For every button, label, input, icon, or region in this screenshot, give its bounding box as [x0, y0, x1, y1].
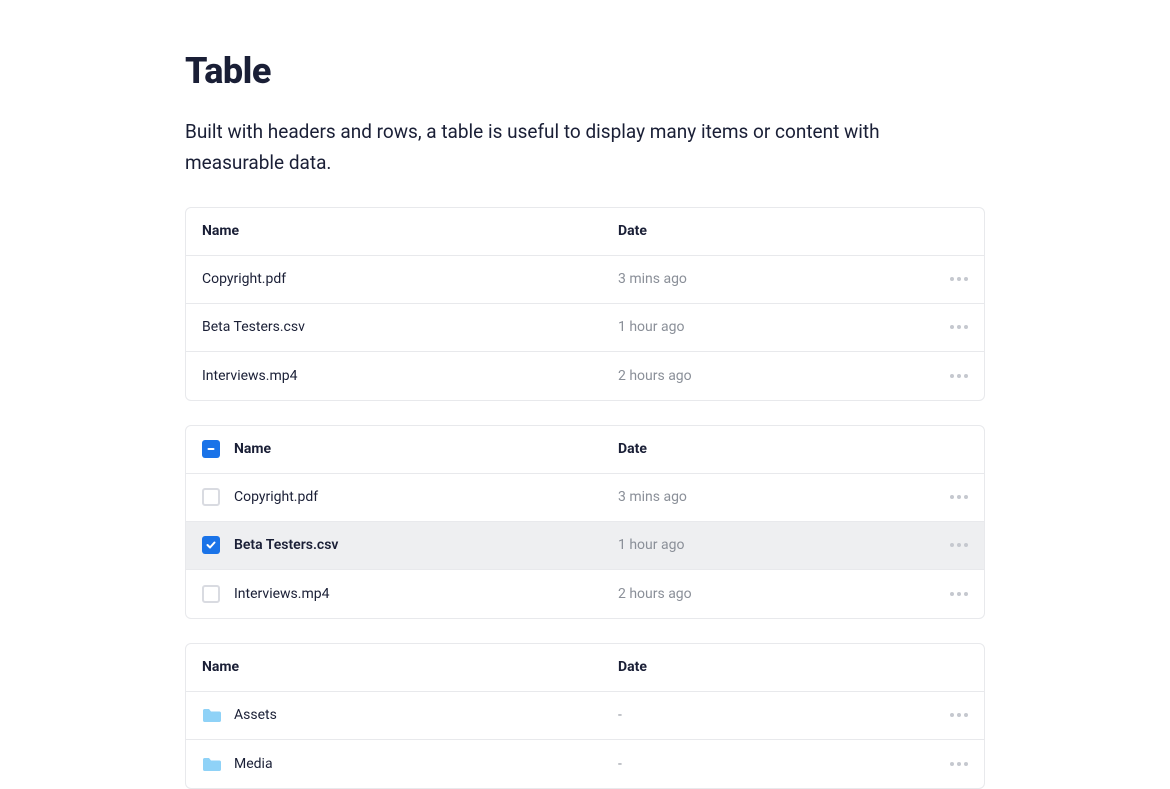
column-header-name[interactable]: Name	[202, 659, 618, 675]
cell-date: 2 hours ago	[618, 368, 938, 384]
table-row[interactable]: Interviews.mp4 2 hours ago	[186, 352, 984, 400]
cell-date: 1 hour ago	[618, 319, 938, 335]
folder-icon	[202, 755, 222, 773]
more-actions-icon[interactable]	[950, 592, 968, 596]
table-row[interactable]: Copyright.pdf 3 mins ago	[186, 256, 984, 304]
table-row[interactable]: Interviews.mp4 2 hours ago	[186, 570, 984, 618]
more-actions-icon[interactable]	[950, 325, 968, 329]
table-row[interactable]: Copyright.pdf 3 mins ago	[186, 474, 984, 522]
column-header-date[interactable]: Date	[618, 659, 938, 675]
row-checkbox[interactable]	[202, 536, 220, 554]
column-header-date[interactable]: Date	[618, 223, 938, 239]
column-header-date[interactable]: Date	[618, 441, 938, 457]
more-actions-icon[interactable]	[950, 713, 968, 717]
more-actions-icon[interactable]	[950, 495, 968, 499]
cell-date: -	[618, 707, 938, 723]
cell-name: Media	[234, 756, 618, 772]
page-description: Built with headers and rows, a table is …	[185, 116, 905, 179]
cell-name: Interviews.mp4	[202, 368, 618, 384]
cell-name: Beta Testers.csv	[202, 319, 618, 335]
cell-date: 2 hours ago	[618, 586, 938, 602]
cell-name: Interviews.mp4	[234, 586, 618, 602]
more-actions-icon[interactable]	[950, 762, 968, 766]
cell-date: -	[618, 756, 938, 772]
table-row[interactable]: Media -	[186, 740, 984, 788]
table-with-icons: Name Date Assets - Media -	[185, 643, 985, 789]
table-row[interactable]: Beta Testers.csv 1 hour ago	[186, 522, 984, 570]
cell-date: 3 mins ago	[618, 271, 938, 287]
row-checkbox[interactable]	[202, 585, 220, 603]
cell-date: 1 hour ago	[618, 537, 938, 553]
cell-name: Assets	[234, 707, 618, 723]
table-header-row: Name Date	[186, 644, 984, 692]
more-actions-icon[interactable]	[950, 374, 968, 378]
cell-name: Copyright.pdf	[202, 271, 618, 287]
row-checkbox[interactable]	[202, 488, 220, 506]
more-actions-icon[interactable]	[950, 543, 968, 547]
cell-name: Beta Testers.csv	[234, 537, 618, 553]
table-simple: Name Date Copyright.pdf 3 mins ago Beta …	[185, 207, 985, 401]
select-all-checkbox[interactable]	[202, 440, 220, 458]
folder-icon	[202, 706, 222, 724]
table-row[interactable]: Assets -	[186, 692, 984, 740]
column-header-name[interactable]: Name	[202, 223, 618, 239]
page-title: Table	[185, 50, 985, 92]
column-header-name[interactable]: Name	[234, 441, 618, 457]
cell-name: Copyright.pdf	[234, 489, 618, 505]
table-row[interactable]: Beta Testers.csv 1 hour ago	[186, 304, 984, 352]
cell-date: 3 mins ago	[618, 489, 938, 505]
table-header-row: Name Date	[186, 208, 984, 256]
table-selectable: Name Date Copyright.pdf 3 mins ago Beta …	[185, 425, 985, 619]
more-actions-icon[interactable]	[950, 277, 968, 281]
table-header-row: Name Date	[186, 426, 984, 474]
